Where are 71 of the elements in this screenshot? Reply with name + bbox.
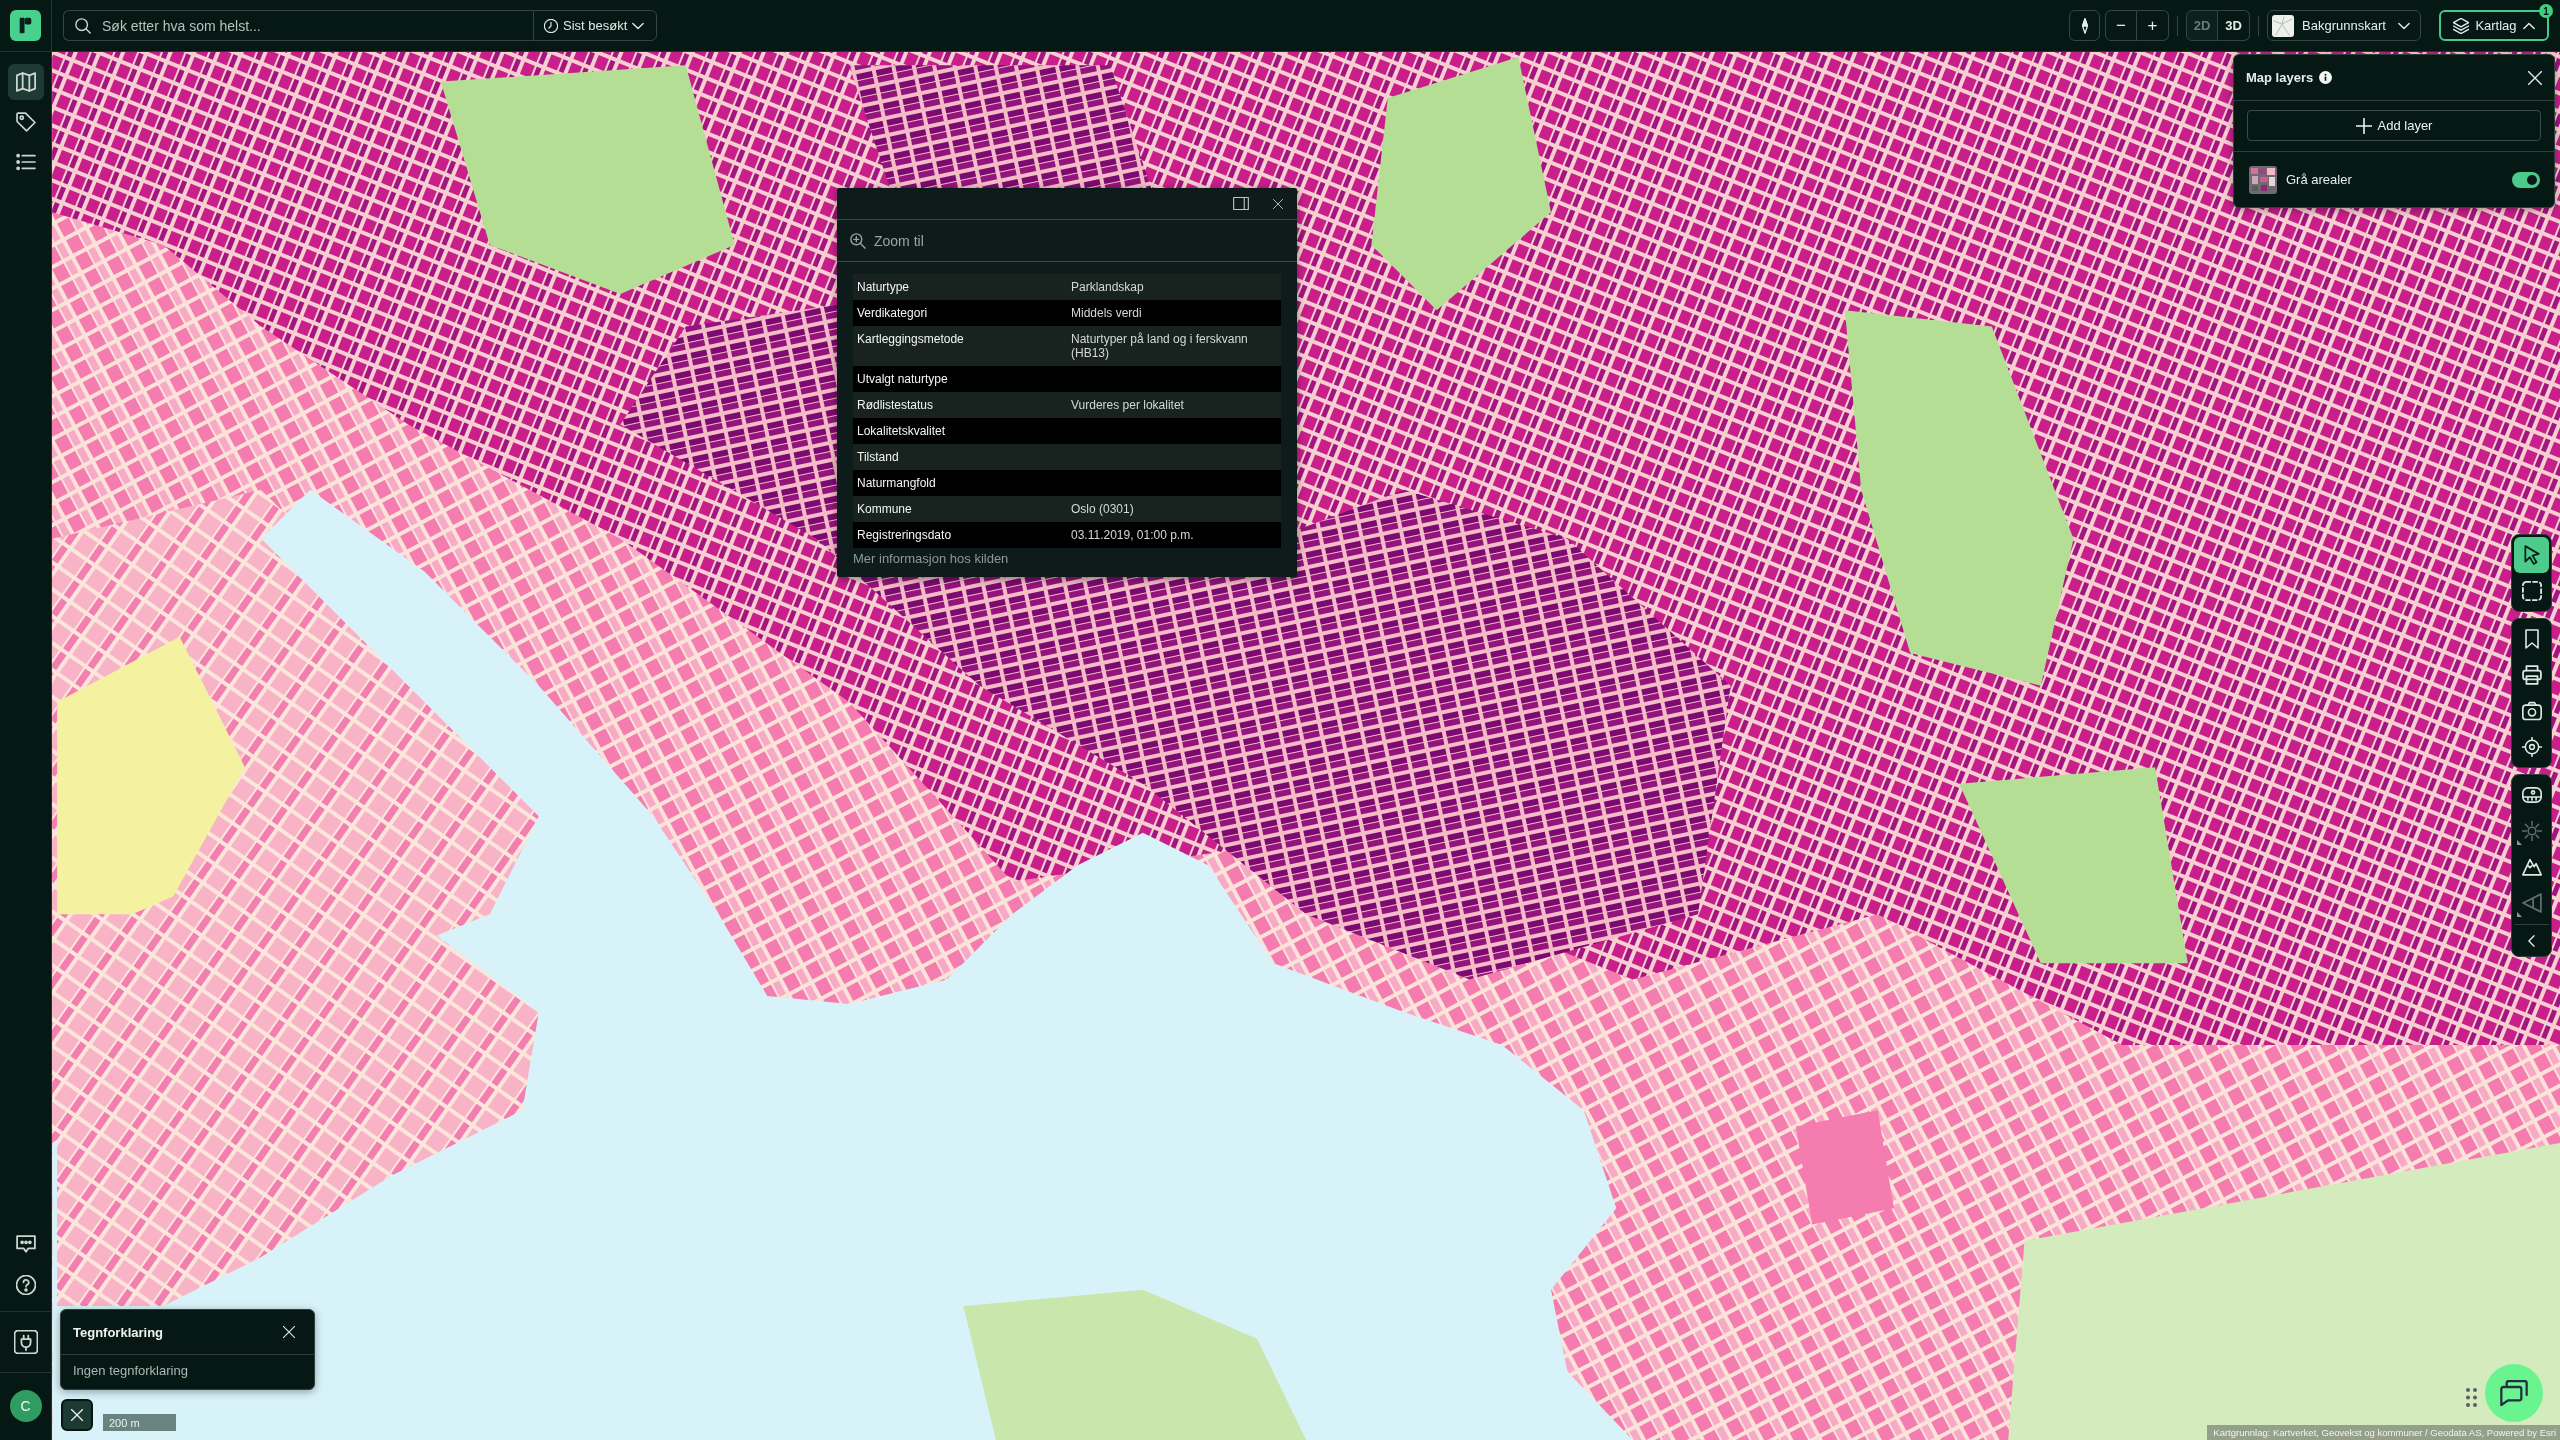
field-value: Naturtyper på land og i ferskvann (HB13) [1071, 332, 1249, 360]
app-logo-icon[interactable] [10, 10, 41, 41]
search-field[interactable]: Søk etter hva som helst... [63, 10, 533, 41]
list-icon [15, 152, 36, 172]
add-layer-button[interactable]: Add layer [2247, 110, 2541, 141]
field-label: Rødlistestatus [857, 398, 935, 412]
basemap-button[interactable]: Bakgrunnskart [2267, 10, 2421, 41]
layers-icon [2453, 17, 2470, 34]
recent-button[interactable]: Sist besøkt [533, 10, 658, 41]
selection-rectangle-icon [2521, 581, 2542, 601]
close-icon[interactable] [1273, 198, 1283, 209]
panel-title: Tegnforklaring [73, 1324, 164, 1340]
close-icon[interactable] [283, 1326, 295, 1338]
field-label: Kommune [857, 502, 913, 516]
target-icon [2521, 737, 2542, 757]
pointer-icon [2521, 545, 2542, 565]
field-value: Parklandskap [1071, 280, 1145, 294]
mountain-icon [2521, 857, 2542, 877]
drag-handle-icon[interactable] [2466, 1388, 2477, 1407]
field-value: Oslo (0301) [1071, 502, 1135, 516]
submenu-corner-icon [2517, 912, 2522, 917]
source-link[interactable]: Mer informasjon hos kilden [853, 551, 1009, 566]
zoom-out-button[interactable]: − [2105, 10, 2137, 41]
sun-icon [2521, 821, 2542, 841]
zoom-in-icon [850, 232, 866, 249]
field-label: Utvalgt naturtype [857, 372, 949, 386]
framed-plug-icon[interactable] [13, 1330, 38, 1354]
dock-panel-icon[interactable] [1233, 197, 1249, 210]
zoom-in-button[interactable]: + [2137, 10, 2169, 41]
field-label: Tilstand [857, 450, 900, 464]
sidebar-button[interactable] [7, 64, 44, 100]
tool-button[interactable] [2514, 537, 2549, 573]
zoom-to-button[interactable]: Zoom til [850, 232, 924, 249]
view-mode-button[interactable]: 3D [2218, 10, 2250, 41]
chat-icon[interactable] [15, 1234, 36, 1254]
count-badge: 1 [2539, 4, 2553, 18]
plus-icon [2355, 117, 2372, 134]
legend-message: Ingen tegnforklaring [72, 1362, 189, 1380]
search-icon [75, 17, 91, 34]
layer-toggle[interactable] [2512, 171, 2540, 188]
close-icon[interactable] [2528, 70, 2542, 85]
camera-icon [2521, 701, 2542, 721]
tag-icon [15, 112, 36, 132]
print-icon [2521, 665, 2542, 685]
field-value: Middels verdi [1071, 306, 1143, 320]
layer-name: Grå arealer [2286, 172, 2353, 187]
field-label: Kartleggingsmetode [857, 332, 965, 348]
field-label: Naturtype [857, 280, 911, 294]
panel-title: Map layers [2246, 70, 2314, 85]
attribution-text: Kartgrunnlag: Kartverket, Geovekst og kommuner / Geodata AS, Powered by Esri [2207, 1425, 2560, 1440]
submenu-corner-icon [2517, 840, 2522, 845]
triangle-icon [2521, 893, 2542, 913]
scale-bar: 200 m [103, 1414, 176, 1431]
compass-button[interactable] [2069, 10, 2100, 41]
field-label: Lokalitetskvalitet [857, 424, 947, 438]
close-button[interactable] [61, 1399, 93, 1431]
field-label: Registreringsdato [857, 528, 953, 542]
chevron-left-icon[interactable] [2527, 935, 2536, 947]
chat-bubbles-icon [2500, 1380, 2528, 1406]
field-value: Vurderes per lokalitet [1071, 398, 1185, 412]
layer-thumbnail-icon [2249, 165, 2277, 194]
field-value: 03.11.2019, 01:00 p.m. [1071, 528, 1195, 542]
info-icon[interactable] [2319, 71, 2333, 84]
clock-icon [544, 18, 558, 33]
close-icon [71, 1409, 83, 1421]
help-icon[interactable] [15, 1275, 36, 1295]
field-label: Verdikategori [857, 306, 929, 320]
map-icon [15, 72, 36, 92]
field-label: Naturmangfold [857, 476, 937, 490]
map-thumbnail-icon [2272, 14, 2294, 37]
tape-measure-icon [2521, 785, 2542, 805]
